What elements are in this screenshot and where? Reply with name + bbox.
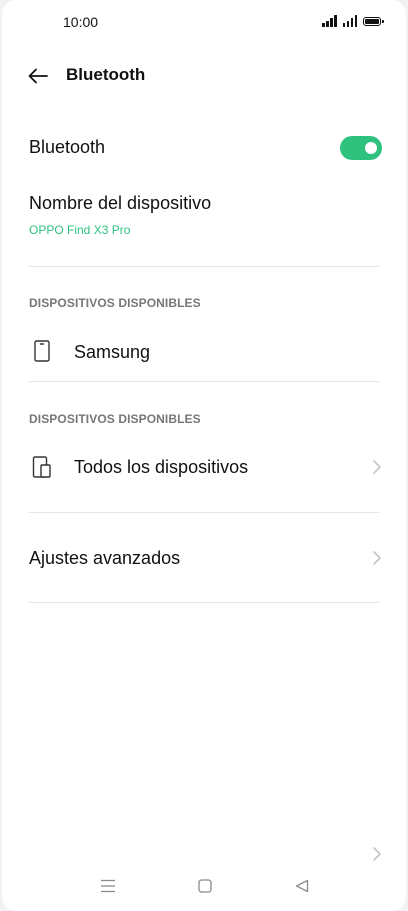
divider xyxy=(29,602,379,603)
back-arrow-icon xyxy=(28,68,48,84)
divider xyxy=(29,266,379,267)
bluetooth-toggle-row[interactable]: Bluetooth xyxy=(27,136,382,162)
section-title-available: DISPOSITIVOS DISPONIBLES xyxy=(29,412,201,426)
battery-icon xyxy=(363,17,384,26)
switch-knob xyxy=(365,142,377,154)
signal-icon xyxy=(322,15,337,27)
status-time: 10:00 xyxy=(63,14,99,30)
status-icons xyxy=(322,15,384,27)
nav-home-button[interactable] xyxy=(198,879,212,893)
list-item-all-devices[interactable]: Todos los dispositivos xyxy=(27,456,382,480)
home-icon xyxy=(198,879,212,893)
divider xyxy=(29,381,379,382)
nav-menu-button[interactable] xyxy=(100,879,116,893)
list-item-label: Samsung xyxy=(74,342,151,362)
advanced-settings-label: Ajustes avanzados xyxy=(29,548,181,568)
divider xyxy=(29,512,379,513)
settings-screen: 10:00 Bluetooth Bluetooth Nombre del dis… xyxy=(2,0,406,911)
signal-icon xyxy=(342,15,357,27)
app-header: Bluetooth xyxy=(2,56,406,96)
chevron-right-icon xyxy=(373,551,381,565)
back-triangle-icon xyxy=(295,879,309,893)
device-name-value: OPPO Find X3 Pro xyxy=(29,223,131,237)
section-title-available: DISPOSITIVOS DISPONIBLES xyxy=(29,296,201,310)
back-button[interactable] xyxy=(24,62,52,90)
devices-icon xyxy=(32,456,51,478)
status-bar: 10:00 xyxy=(2,0,406,44)
nav-back-button[interactable] xyxy=(295,879,309,893)
menu-icon xyxy=(101,879,115,893)
list-item-samsung[interactable]: Samsung xyxy=(27,340,382,365)
device-name-row[interactable]: Nombre del dispositivo OPPO Find X3 Pro xyxy=(29,193,382,237)
phone-icon xyxy=(34,340,50,362)
chevron-right-icon xyxy=(373,460,381,474)
bluetooth-label: Bluetooth xyxy=(29,137,106,157)
list-item-label: Todos los dispositivos xyxy=(74,457,249,477)
page-title: Bluetooth xyxy=(66,65,146,84)
advanced-settings-row[interactable]: Ajustes avanzados xyxy=(27,547,382,571)
device-name-label: Nombre del dispositivo xyxy=(29,193,212,213)
bluetooth-switch[interactable] xyxy=(340,136,382,160)
